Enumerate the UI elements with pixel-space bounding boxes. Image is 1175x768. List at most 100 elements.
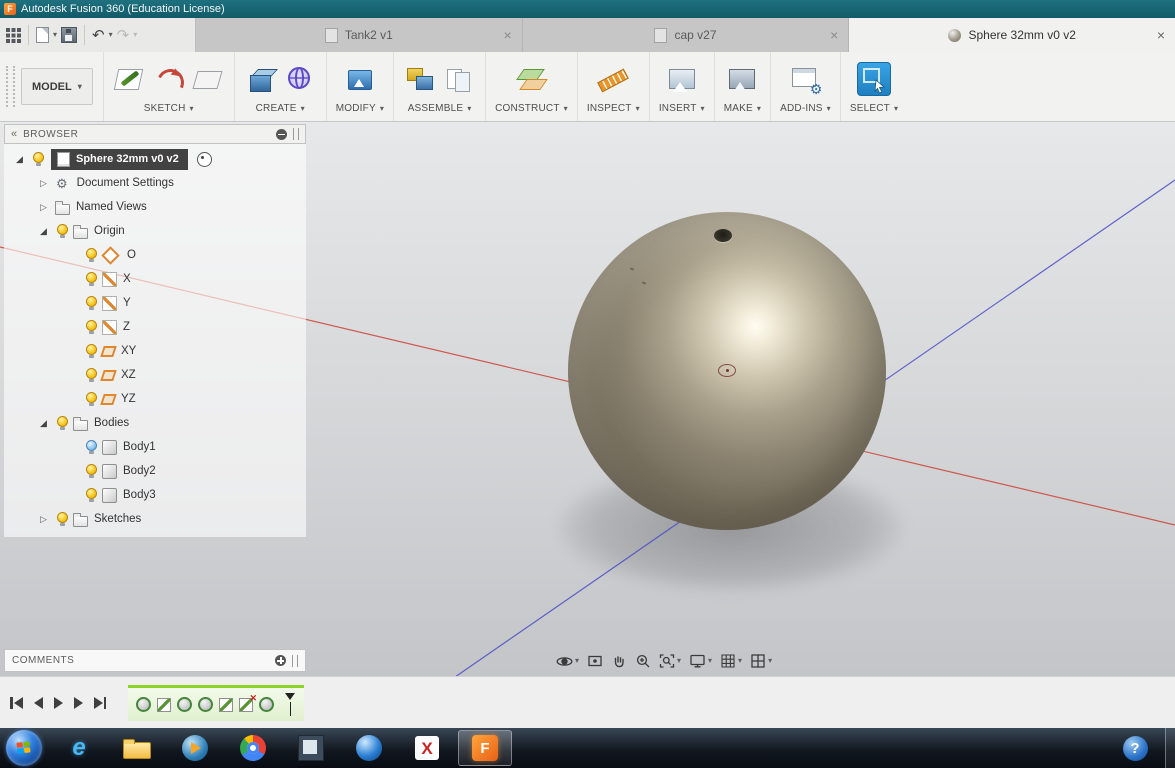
grid-and-snaps-button[interactable]: ▾ — [720, 653, 742, 669]
browser-item-body3[interactable]: Body3 — [4, 483, 306, 507]
caret-down-icon[interactable]: ▾ — [109, 31, 113, 39]
taskbar-item-app-window[interactable] — [282, 728, 340, 768]
orbit-button[interactable]: ▾ — [556, 653, 579, 670]
file-new-icon[interactable] — [36, 27, 49, 43]
taskbar-item-app-x[interactable]: X — [398, 728, 456, 768]
display-settings-button[interactable]: ▾ — [689, 653, 712, 669]
sphere-body[interactable] — [568, 212, 886, 530]
visibility-bulb-icon[interactable] — [86, 440, 97, 454]
close-tab-icon[interactable]: × — [1157, 28, 1165, 42]
inspect-menu[interactable]: INSPECT ▾ — [587, 103, 640, 119]
selected-item-highlight[interactable]: Sphere 32mm v0 v2 — [51, 148, 188, 170]
timeline-feature-sphere[interactable] — [177, 697, 192, 712]
browser-item-origin-point[interactable]: O — [4, 243, 306, 267]
measure-icon[interactable] — [596, 62, 630, 96]
timeline-position-marker[interactable] — [284, 692, 296, 717]
browser-item-yz-plane[interactable]: YZ — [4, 387, 306, 411]
taskbar-item-app-sphere[interactable] — [340, 728, 398, 768]
panel-drag-handle[interactable] — [293, 128, 299, 140]
make-menu[interactable]: MAKE ▾ — [724, 103, 761, 119]
workspace-selector[interactable]: MODEL ▾ — [21, 68, 93, 105]
start-button[interactable] — [6, 730, 42, 766]
taskbar-item-fusion-360[interactable]: F — [458, 730, 512, 766]
expand-icon[interactable]: ▷ — [40, 178, 55, 188]
browser-item-bodies[interactable]: ◢ Bodies — [4, 411, 306, 435]
visibility-bulb-icon[interactable] — [86, 464, 97, 478]
play-button[interactable] — [53, 696, 63, 709]
browser-item-root[interactable]: ◢ Sphere 32mm v0 v2 — [4, 147, 306, 171]
browser-item-xy-plane[interactable]: XY — [4, 339, 306, 363]
assemble-menu[interactable]: ASSEMBLE ▾ — [408, 103, 472, 119]
taskbar-item-help[interactable]: ? — [1115, 728, 1155, 768]
timeline-feature-sketch-error[interactable] — [239, 693, 257, 712]
collapse-icon[interactable]: ◢ — [40, 418, 55, 428]
taskbar-item-media-player[interactable] — [166, 728, 224, 768]
visibility-bulb-icon[interactable] — [86, 488, 97, 502]
create-sketch-icon[interactable] — [113, 62, 147, 96]
joint-icon[interactable] — [442, 62, 476, 96]
fit-button[interactable]: ▾ — [659, 653, 681, 669]
expand-icon[interactable]: ▷ — [40, 514, 55, 524]
redo-icon[interactable]: ↷ — [117, 28, 130, 43]
document-tab-cap[interactable]: cap v27 × — [522, 18, 850, 52]
browser-item-origin[interactable]: ◢ Origin — [4, 219, 306, 243]
taskbar-item-internet-explorer[interactable]: e — [50, 728, 108, 768]
zoom-button[interactable] — [635, 653, 651, 669]
select-tool-icon[interactable] — [857, 62, 891, 96]
browser-item-y-axis[interactable]: Y — [4, 291, 306, 315]
document-tab-tank2[interactable]: Tank2 v1 × — [196, 18, 523, 52]
visibility-bulb-icon[interactable] — [86, 248, 97, 262]
apps-grid-icon[interactable] — [6, 27, 21, 43]
visibility-bulb-icon[interactable] — [33, 152, 44, 166]
browser-item-body1[interactable]: Body1 — [4, 435, 306, 459]
modify-menu[interactable]: MODIFY ▾ — [336, 103, 384, 119]
browser-item-x-axis[interactable]: X — [4, 267, 306, 291]
activate-component-icon[interactable] — [196, 151, 212, 167]
panel-drag-handle[interactable] — [292, 654, 298, 667]
create-box-icon[interactable] — [244, 62, 278, 96]
insert-image-icon[interactable] — [665, 62, 699, 96]
step-forward-button[interactable] — [73, 696, 83, 709]
skip-to-start-button[interactable] — [10, 696, 23, 709]
expand-icon[interactable]: ▷ — [40, 202, 55, 212]
visibility-bulb-icon[interactable] — [57, 416, 68, 430]
collapse-icon[interactable]: ◢ — [16, 154, 31, 164]
sketch-plane-icon[interactable] — [191, 62, 225, 96]
press-pull-icon[interactable] — [343, 62, 377, 96]
toolbar-grip[interactable] — [6, 66, 15, 107]
save-icon[interactable] — [61, 27, 78, 43]
visibility-bulb-icon[interactable] — [57, 512, 68, 526]
collapse-panel-icon[interactable]: « — [11, 128, 17, 140]
make-3d-print-icon[interactable] — [725, 62, 759, 96]
browser-item-named-views[interactable]: ▷ Named Views — [4, 195, 306, 219]
construction-plane-icon[interactable] — [514, 62, 548, 96]
create-sphere-icon[interactable] — [283, 62, 317, 96]
insert-menu[interactable]: INSERT ▾ — [659, 103, 705, 119]
close-tab-icon[interactable]: × — [503, 28, 511, 42]
browser-item-xz-plane[interactable]: XZ — [4, 363, 306, 387]
step-back-button[interactable] — [33, 696, 43, 709]
visibility-bulb-icon[interactable] — [86, 344, 97, 358]
visibility-bulb-icon[interactable] — [86, 296, 97, 310]
viewports-button[interactable]: ▾ — [750, 653, 772, 669]
undo-icon[interactable]: ↶ — [92, 28, 105, 43]
create-menu[interactable]: CREATE ▾ — [256, 103, 305, 119]
add-comment-icon[interactable] — [275, 655, 286, 666]
close-tab-icon[interactable]: × — [830, 28, 838, 42]
new-component-icon[interactable] — [403, 62, 437, 96]
visibility-bulb-icon[interactable] — [86, 272, 97, 286]
comments-bar[interactable]: COMMENTS — [4, 649, 306, 672]
scripts-add-ins-icon[interactable] — [788, 62, 822, 96]
sketch-menu[interactable]: SKETCH ▾ — [144, 103, 194, 119]
collapse-icon[interactable]: ◢ — [40, 226, 55, 236]
timeline-feature-sphere[interactable] — [259, 697, 274, 712]
browser-item-sketches[interactable]: ▷ Sketches — [4, 507, 306, 531]
pan-button[interactable] — [611, 653, 627, 669]
browser-item-z-axis[interactable]: Z — [4, 315, 306, 339]
minimize-panel-icon[interactable] — [276, 128, 287, 140]
timeline-feature-sphere[interactable] — [198, 697, 213, 712]
visibility-bulb-icon[interactable] — [86, 368, 97, 382]
add-ins-menu[interactable]: ADD-INS ▾ — [780, 103, 831, 119]
select-menu[interactable]: SELECT ▾ — [850, 103, 898, 119]
caret-down-icon[interactable]: ▾ — [53, 31, 57, 39]
